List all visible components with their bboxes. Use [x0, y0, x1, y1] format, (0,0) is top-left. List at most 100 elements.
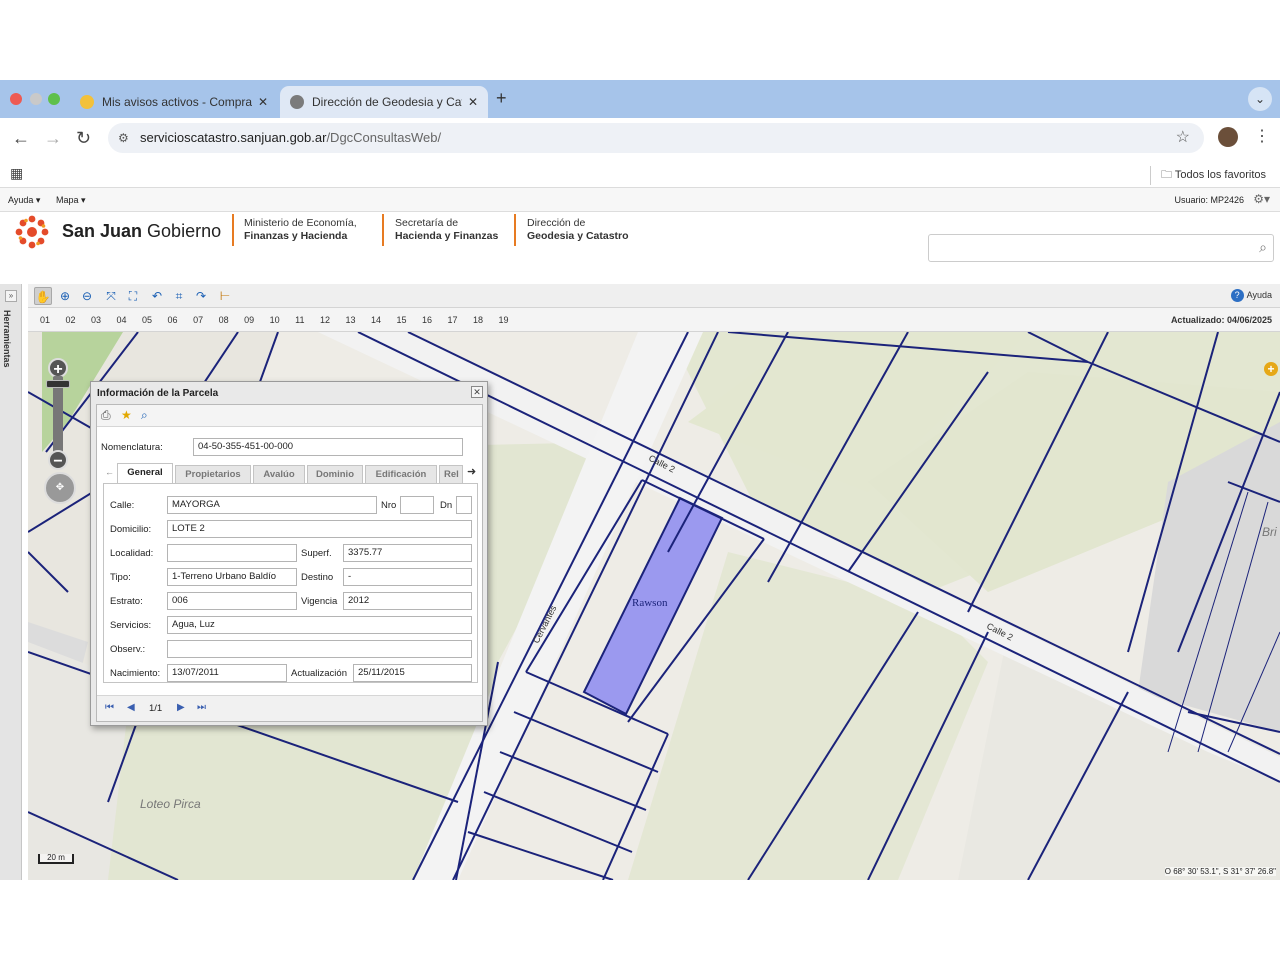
tab-edificacion[interactable]: Edificación — [365, 465, 437, 483]
search-icon[interactable]: ⌕ — [1259, 239, 1267, 256]
expand-panel-icon[interactable]: » — [5, 290, 17, 302]
reload-icon[interactable]: ↻ — [76, 128, 91, 149]
tabs-scroll-right-icon[interactable]: ➜ — [467, 465, 476, 478]
tipo-field[interactable]: 1-Terreno Urbano Baldío — [167, 568, 297, 586]
actualizacion-field[interactable]: 25/11/2015 — [353, 664, 472, 682]
localidad-label: Localidad: — [110, 548, 154, 559]
address-bar[interactable]: ⚙ servicioscatastro.sanjuan.gob.ar/DgcCo… — [108, 123, 1204, 153]
new-tab-button[interactable]: + — [496, 88, 507, 109]
nacimiento-label: Nacimiento: — [110, 668, 161, 679]
brand-title: San Juan Gobierno — [62, 221, 221, 242]
gear-icon[interactable]: ⚙▾ — [1253, 192, 1270, 206]
select-icon[interactable]: ⌗ — [170, 287, 188, 305]
forward-icon[interactable]: → — [44, 128, 62, 149]
browser-tab-strip: Mis avisos activos - Compra ✕ Dirección … — [0, 80, 1280, 118]
zoom-out-icon[interactable]: ⊖ — [78, 287, 96, 305]
next-page-icon[interactable]: ▶ — [177, 702, 185, 713]
general-tab-panel: Calle: MAYORGA Nro Dn Domicilio: LOTE 2 … — [103, 483, 478, 683]
zoom-in-icon[interactable]: ⊕ — [56, 287, 74, 305]
destino-field[interactable]: - — [343, 568, 472, 586]
all-bookmarks-folder[interactable]: 🗀 Todos los favoritos — [1150, 166, 1266, 185]
org-line: Geodesia y Catastro — [527, 230, 629, 242]
tipo-label: Tipo: — [110, 572, 131, 583]
localidad-field[interactable] — [167, 544, 297, 562]
tools-side-panel[interactable]: » Herramientas — [0, 284, 22, 880]
help-button[interactable]: ? Ayuda — [1230, 289, 1272, 302]
nacimiento-field[interactable]: 13/07/2011 — [167, 664, 287, 682]
domicilio-field[interactable]: LOTE 2 — [167, 520, 472, 538]
redo-icon[interactable]: ↷ — [192, 287, 210, 305]
calle-field[interactable]: MAYORGA — [167, 496, 377, 514]
help-icon: ? — [1230, 289, 1244, 302]
close-icon[interactable]: ✕ — [471, 386, 483, 398]
estrato-field[interactable]: 006 — [167, 592, 297, 610]
domicilio-label: Domicilio: — [110, 524, 152, 535]
updated-label: Actualizado: 04/06/2025 — [1170, 315, 1272, 325]
screen: Mis avisos activos - Compra ✕ Dirección … — [0, 80, 1280, 880]
magnifier-icon[interactable]: ⌕ — [141, 408, 148, 423]
browser-menu-icon[interactable]: ⋮ — [1254, 126, 1270, 146]
bookmark-star-icon[interactable]: ☆ — [1176, 123, 1190, 153]
tab-rel[interactable]: Rel — [439, 465, 463, 483]
browser-tab-avisos[interactable]: Mis avisos activos - Compra ✕ — [70, 86, 278, 118]
close-window-button[interactable] — [10, 93, 22, 105]
expand-layers-icon[interactable]: + — [1264, 362, 1278, 376]
close-tab-icon[interactable]: ✕ — [468, 95, 478, 109]
calle-label: Calle: — [110, 500, 135, 511]
tab-general[interactable]: General — [117, 463, 173, 484]
tab-title: Mis avisos activos - Compra — [102, 95, 252, 109]
first-page-icon[interactable]: ⏮ — [105, 702, 114, 713]
globe-icon — [290, 95, 304, 109]
pan-icon[interactable]: ✋ — [34, 287, 52, 305]
undo-icon[interactable]: ↶ — [148, 287, 166, 305]
superf-field[interactable]: 3375.77 — [343, 544, 472, 562]
profile-avatar[interactable] — [1218, 127, 1238, 147]
estrato-label: Estrato: — [110, 596, 143, 607]
dialog-toolbar: ⎙ ★ ⌕ — [97, 405, 482, 427]
nro-field[interactable] — [400, 496, 434, 514]
tabs-scroll-left-icon[interactable]: ← — [105, 467, 114, 477]
observ-field[interactable] — [167, 640, 472, 658]
minimize-window-button[interactable] — [30, 93, 42, 105]
site-search-input[interactable]: ⌕ — [928, 234, 1274, 262]
actualizacion-label: Actualización — [291, 668, 347, 679]
maximize-window-button[interactable] — [48, 93, 60, 105]
close-tab-icon[interactable]: ✕ — [258, 95, 268, 109]
measure-icon[interactable]: ⊢ — [216, 287, 234, 305]
last-page-icon[interactable]: ⏭ — [197, 702, 206, 713]
bookmarks-bar: ▦ 🗀 Todos los favoritos — [0, 158, 1280, 188]
site-settings-icon[interactable]: ⚙ — [118, 123, 129, 153]
menu-mapa[interactable]: Mapa ▾ — [56, 195, 86, 206]
org-line: Dirección de — [527, 217, 586, 229]
all-bookmarks-label: Todos los favoritos — [1174, 169, 1266, 181]
dn-field[interactable] — [456, 496, 472, 514]
zoom-in-button[interactable]: + — [48, 358, 68, 378]
header-divider — [514, 214, 516, 246]
zoom-extent-icon[interactable]: ⤧ — [102, 287, 120, 305]
site-header: San Juan Gobierno Ministerio de Economía… — [0, 212, 1280, 284]
pan-arrows-icon[interactable]: ✥ — [44, 472, 76, 504]
zoom-slider-thumb[interactable] — [46, 380, 70, 388]
apps-grid-icon[interactable]: ▦ — [10, 165, 23, 182]
record-pager: ⏮ ◀ 1/1 ▶ ⏭ — [97, 695, 482, 721]
print-icon[interactable]: ⎙ — [101, 408, 111, 423]
tab-search-button[interactable]: ⌄ — [1248, 87, 1272, 111]
star-icon[interactable]: ★ — [121, 408, 132, 422]
back-icon[interactable]: ← — [12, 128, 30, 149]
vigencia-field[interactable]: 2012 — [343, 592, 472, 610]
tab-avaluo[interactable]: Avalúo — [253, 465, 305, 483]
org-ministerio: Ministerio de Economía, Finanzas y Hacien… — [244, 217, 357, 243]
nomenclatura-field[interactable]: 04-50-355-451-00-000 — [193, 438, 463, 456]
zoom-out-button[interactable]: − — [48, 450, 68, 470]
tab-propietarios[interactable]: Propietarios — [175, 465, 251, 483]
previous-page-icon[interactable]: ◀ — [127, 702, 135, 713]
dialog-body: ⎙ ★ ⌕ Nomenclatura: 04-50-355-451-00-000… — [96, 404, 483, 722]
parcel-info-dialog[interactable]: Información de la Parcela ✕ ⎙ ★ ⌕ Nomenc… — [90, 381, 488, 726]
user-label: Usuario: MP2426 — [1174, 195, 1244, 205]
tab-dominio[interactable]: Dominio — [307, 465, 363, 483]
sheet-numbers[interactable]: 01 02 03 04 05 06 07 08 09 10 11 12 13 1… — [40, 315, 509, 325]
full-extent-icon[interactable]: ⛶ — [124, 287, 142, 305]
servicios-field[interactable]: Agua, Luz — [167, 616, 472, 634]
browser-tab-catastro[interactable]: Dirección de Geodesia y Cata ✕ — [280, 86, 488, 118]
menu-ayuda[interactable]: Ayuda ▾ — [8, 195, 40, 206]
